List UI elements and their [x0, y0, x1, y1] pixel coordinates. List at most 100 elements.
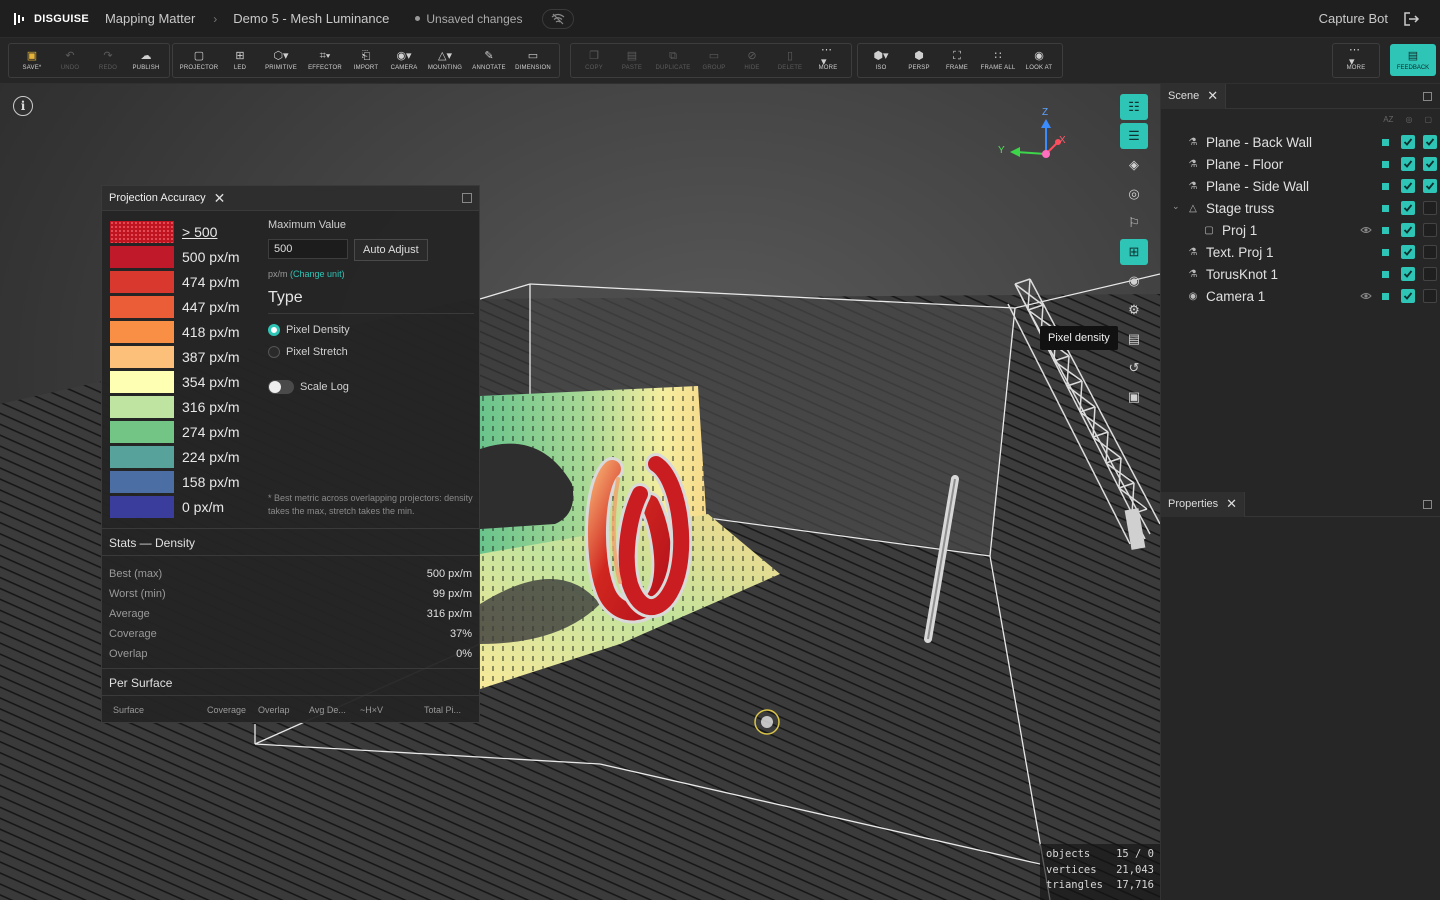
user-name[interactable]: Capture Bot — [1319, 11, 1388, 26]
render-checkbox[interactable] — [1423, 135, 1437, 149]
rail-button-camera[interactable]: ◉ — [1120, 268, 1148, 294]
iso-button[interactable]: ⬢▾ ISO — [862, 46, 900, 76]
annotate-button[interactable]: ✎ ANNOTATE — [467, 46, 511, 76]
radio-pixel-density[interactable]: Pixel Density — [268, 324, 474, 336]
visibility-checkbox[interactable] — [1401, 245, 1415, 259]
column-header[interactable]: Total Pi... — [424, 705, 461, 715]
primitive-button[interactable]: ⬡▾ PRIMITIVE — [259, 46, 303, 76]
render-checkbox[interactable] — [1423, 289, 1437, 303]
rail-button-compass[interactable]: ◎ — [1120, 181, 1148, 207]
led-button[interactable]: ⊞ LED — [221, 46, 259, 76]
chevron-down-icon[interactable]: ⌄ — [1172, 201, 1180, 212]
logout-icon[interactable] — [1402, 10, 1420, 28]
breadcrumb-scene[interactable]: Demo 5 - Mesh Luminance — [233, 11, 389, 26]
tree-item[interactable]: ⚗ TorusKnot 1 — [1161, 263, 1440, 285]
publish-button[interactable]: ☁ PUBLISH — [127, 46, 165, 76]
rail-button-pixel-density[interactable]: ⊞ — [1120, 239, 1148, 265]
visibility-checkbox[interactable] — [1401, 201, 1415, 215]
legend-label: 316 px/m — [182, 398, 240, 415]
group-button[interactable]: ▭ GROUP — [695, 46, 733, 76]
connection-toggle[interactable] — [542, 8, 575, 29]
close-icon[interactable]: ✕ — [1207, 88, 1218, 104]
rail-button-image[interactable]: ▣ — [1120, 384, 1148, 410]
popout-icon[interactable] — [1423, 500, 1432, 509]
toolbar-file-group: ▣ SAVE* ↶ UNDO ↷ REDO ☁ PUBLISH — [8, 43, 170, 78]
persp-button[interactable]: ⬢ PERSP — [900, 46, 938, 76]
popout-icon[interactable] — [462, 193, 472, 203]
hide-button[interactable]: ⊘ HIDE — [733, 46, 771, 76]
cloud-upload-icon: ☁ — [140, 50, 152, 62]
sort-az-button[interactable]: AZ — [1383, 115, 1393, 124]
render-checkbox[interactable] — [1423, 223, 1437, 237]
radio-pixel-stretch[interactable]: Pixel Stretch — [268, 346, 474, 358]
tab-scene[interactable]: Scene ✕ — [1161, 83, 1227, 109]
rail-button-hierarchy[interactable]: ☷ — [1120, 94, 1148, 120]
visibility-checkbox[interactable] — [1401, 289, 1415, 303]
column-header[interactable]: ~H×V — [360, 705, 383, 715]
undo-button[interactable]: ↶ UNDO — [51, 46, 89, 76]
save-button[interactable]: ▣ SAVE* — [13, 46, 51, 76]
render-checkbox[interactable] — [1423, 267, 1437, 281]
frame-button[interactable]: ⛶ FRAME — [938, 46, 976, 76]
rail-button-thermometer[interactable]: ⚐ — [1120, 210, 1148, 236]
rail-button-document[interactable]: ▤ — [1120, 326, 1148, 352]
group-label: GROUP — [702, 65, 726, 71]
tree-item[interactable]: ⚗ Plane - Side Wall — [1161, 175, 1440, 197]
more-button[interactable]: ⋯▾ MORE — [1337, 44, 1375, 76]
mounting-button[interactable]: △▾ MOUNTING — [423, 46, 467, 76]
document-icon: ▤ — [1127, 331, 1141, 346]
tab-properties[interactable]: Properties ✕ — [1161, 491, 1246, 517]
brand-logo[interactable]: DISGUISE — [14, 12, 89, 25]
column-header[interactable]: Coverage — [207, 705, 246, 715]
projector-button[interactable]: ▢ PROJECTOR — [177, 46, 221, 76]
redo-button[interactable]: ↷ REDO — [89, 46, 127, 76]
delete-button[interactable]: ▯ DELETE — [771, 46, 809, 76]
visibility-checkbox[interactable] — [1401, 267, 1415, 281]
render-checkbox[interactable] — [1423, 245, 1437, 259]
rail-button-history[interactable]: ↺ — [1120, 355, 1148, 381]
dimension-button[interactable]: ▭ DIMENSION — [511, 46, 555, 76]
visibility-checkbox[interactable] — [1401, 223, 1415, 237]
tree-item[interactable]: ⚗ Plane - Back Wall — [1161, 131, 1440, 153]
frame-all-button[interactable]: ∷ FRAME ALL — [976, 46, 1020, 76]
tree-item[interactable]: ⌄ △ Stage truss — [1161, 197, 1440, 219]
popout-icon[interactable] — [1423, 92, 1432, 101]
tree-item[interactable]: ▢ Proj 1 — [1161, 219, 1440, 241]
column-header[interactable]: Overlap — [258, 705, 290, 715]
tree-item[interactable]: ⚗ Plane - Floor — [1161, 153, 1440, 175]
visibility-checkbox[interactable] — [1401, 135, 1415, 149]
breadcrumb-project[interactable]: Mapping Matter — [105, 11, 195, 26]
feedback-button[interactable]: ▤ FEEDBACK — [1390, 44, 1436, 76]
scale-log-toggle[interactable]: Scale Log — [268, 380, 474, 394]
visibility-checkbox[interactable] — [1401, 157, 1415, 171]
rail-button-layers[interactable]: ◈ — [1120, 152, 1148, 178]
column-header[interactable]: Surface — [113, 705, 144, 715]
legend-overflow-link[interactable]: > 500 — [182, 224, 217, 240]
import-button[interactable]: ⎗ IMPORT — [347, 46, 385, 76]
render-checkbox[interactable] — [1423, 201, 1437, 215]
render-checkbox[interactable] — [1423, 157, 1437, 171]
rail-button-sliders[interactable]: ☰ — [1120, 123, 1148, 149]
look-at-button[interactable]: ◉ LOOK AT — [1020, 46, 1058, 76]
auto-adjust-button[interactable]: Auto Adjust — [354, 239, 428, 261]
visibility-checkbox[interactable] — [1401, 179, 1415, 193]
change-unit-link[interactable]: (Change unit) — [290, 269, 345, 279]
copy-button[interactable]: ❐ COPY — [575, 46, 613, 76]
rail-button-settings[interactable]: ⚙ — [1120, 297, 1148, 323]
paste-button[interactable]: ▤ PASTE — [613, 46, 651, 76]
toggle-switch[interactable] — [268, 380, 294, 394]
render-checkbox[interactable] — [1423, 179, 1437, 193]
info-icon[interactable]: i — [13, 96, 33, 116]
max-value-input[interactable]: 500 — [268, 239, 348, 259]
tree-item[interactable]: ⚗ Text. Proj 1 — [1161, 241, 1440, 263]
close-icon[interactable]: ✕ — [1226, 496, 1237, 512]
column-header[interactable]: Avg De... — [309, 705, 346, 715]
duplicate-button[interactable]: ⧉ DUPLICATE — [651, 46, 695, 76]
close-icon[interactable]: ✕ — [214, 190, 226, 207]
edit-more-button[interactable]: ⋯▾ MORE — [809, 44, 847, 76]
camera-button[interactable]: ◉▾ CAMERA — [385, 46, 423, 76]
tree-item[interactable]: ◉ Camera 1 — [1161, 285, 1440, 307]
effector-button[interactable]: ⌗▾ EFFECTOR — [303, 46, 347, 76]
eye-icon[interactable] — [1360, 290, 1372, 302]
eye-icon[interactable] — [1360, 224, 1372, 236]
